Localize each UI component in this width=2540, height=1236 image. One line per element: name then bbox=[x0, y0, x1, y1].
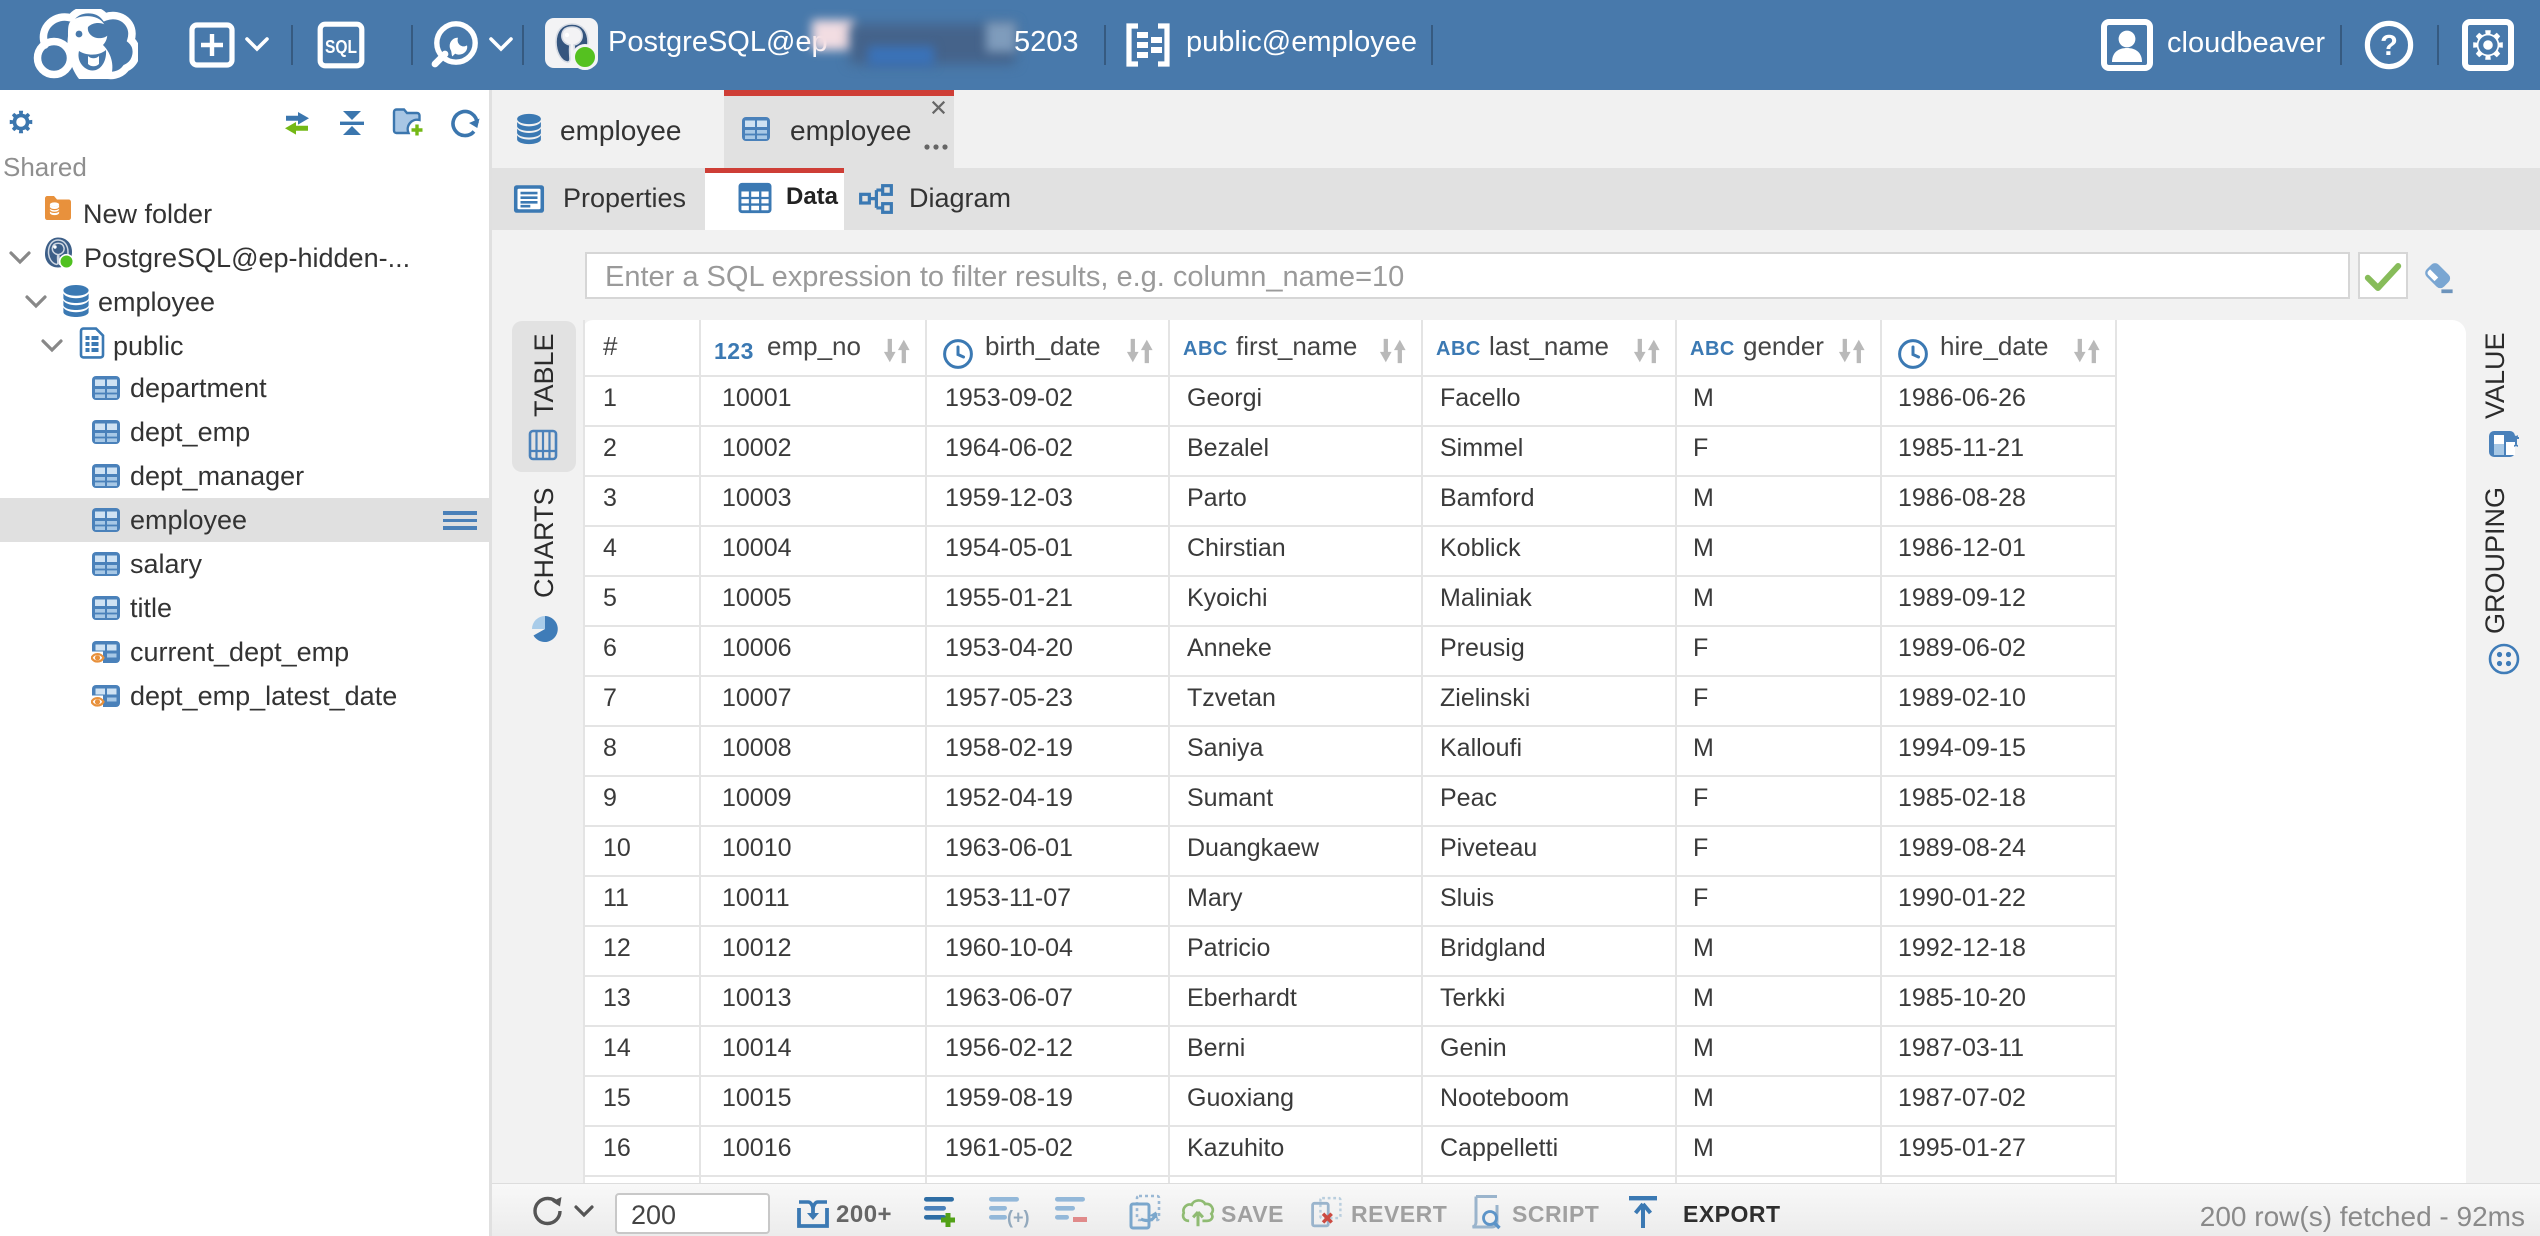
svg-text:(+): (+) bbox=[1007, 1208, 1030, 1228]
svg-text:?: ? bbox=[2380, 30, 2398, 62]
svg-text:SQL: SQL bbox=[325, 37, 357, 57]
